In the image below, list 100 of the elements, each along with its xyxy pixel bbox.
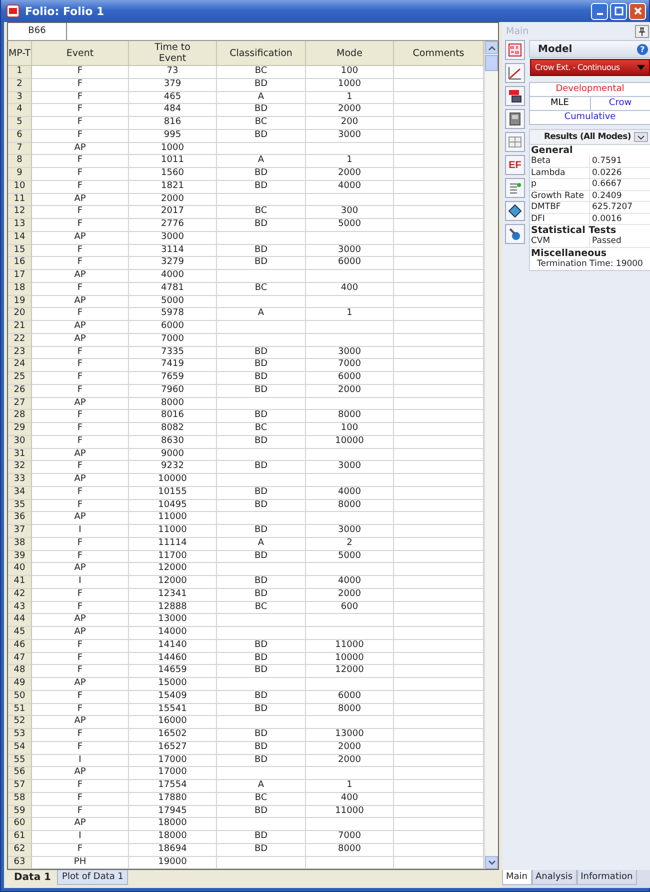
row-number: 8: [8, 155, 32, 168]
table-cell: BC: [217, 602, 306, 614]
result-value: 0.0226: [591, 168, 623, 178]
table-cell: 1: [306, 780, 394, 793]
table-cell: A: [217, 308, 306, 321]
table-cell: A: [217, 780, 306, 793]
table-cell: 3114: [129, 244, 217, 258]
table-cell: AP: [32, 614, 129, 627]
table-cell: 9000: [129, 448, 217, 462]
close-icon: [632, 6, 642, 16]
row-number: 27: [8, 398, 32, 410]
table-cell: 10155: [129, 486, 217, 500]
option-cell[interactable]: Crow: [590, 97, 650, 110]
table-cell: AP: [32, 678, 129, 691]
table-cell: 1: [306, 308, 394, 321]
table-cell: AP: [32, 448, 129, 462]
list-icon: [508, 181, 522, 195]
table-cell: 10000: [306, 652, 394, 666]
table-cell: 7000: [306, 359, 394, 372]
table-cell: BD: [217, 550, 306, 564]
panel-title: Main: [506, 26, 529, 36]
table-cell: I: [32, 576, 129, 589]
panel-tab[interactable]: Information: [576, 870, 637, 885]
table-cell: AP: [32, 296, 129, 308]
table-cell: 1011: [129, 155, 217, 168]
table-cell: F: [32, 104, 129, 117]
wizard-button[interactable]: [505, 201, 525, 221]
row-number: 11: [8, 194, 32, 206]
table-cell: F: [32, 729, 129, 742]
plot-button[interactable]: [505, 63, 525, 83]
table-cell: AP: [32, 512, 129, 525]
row-number: 20: [8, 308, 32, 321]
table-cell: F: [32, 665, 129, 678]
list-button[interactable]: [505, 178, 525, 198]
scroll-down-button[interactable]: [485, 856, 498, 870]
table-cell: 14140: [129, 640, 217, 652]
results-dropdown[interactable]: [634, 132, 648, 142]
table-cell: 100: [306, 423, 394, 436]
sheet-tab[interactable]: Data 1: [10, 870, 56, 886]
table-cell: 13000: [129, 614, 217, 627]
pin-button[interactable]: [635, 24, 649, 38]
table-cell: AP: [32, 398, 129, 410]
table-cell: 11700: [129, 550, 217, 564]
table-cell: 12000: [306, 665, 394, 678]
row-number: 3: [8, 92, 32, 104]
table-cell: 5000: [129, 296, 217, 308]
table-cell: I: [32, 525, 129, 538]
table-cell: 484: [129, 104, 217, 117]
table-cell: 995: [129, 130, 217, 142]
table-cell: BD: [217, 372, 306, 385]
row-number: 36: [8, 512, 32, 525]
toolbar-button[interactable]: EF: [505, 155, 525, 175]
scroll-thumb[interactable]: [485, 55, 498, 71]
panel-tab[interactable]: Analysis: [532, 870, 577, 885]
row-number: 15: [8, 244, 32, 258]
option-cell[interactable]: Developmental: [530, 83, 650, 96]
option-cell[interactable]: MLE: [530, 97, 590, 110]
table-cell: F: [32, 180, 129, 194]
table-cell: BC: [217, 423, 306, 436]
table-cell: BD: [217, 180, 306, 194]
result-label: CVM: [530, 236, 590, 246]
table-cell: 6000: [306, 372, 394, 385]
table-cell: 10000: [306, 436, 394, 448]
table-cell: BD: [217, 704, 306, 716]
minimize-button[interactable]: [591, 2, 608, 20]
table-cell: 12000: [129, 563, 217, 576]
close-button[interactable]: [629, 2, 646, 20]
panel-tab[interactable]: Main: [502, 870, 532, 885]
params-button[interactable]: [505, 40, 525, 60]
table-cell: 6000: [129, 321, 217, 334]
table-cell: 17945: [129, 806, 217, 818]
table-cell: BC: [217, 792, 306, 806]
row-number: 44: [8, 614, 32, 627]
scrollbar[interactable]: [484, 41, 498, 870]
row-number: 4: [8, 104, 32, 117]
result-value: Passed: [591, 236, 622, 246]
row-number: 18: [8, 282, 32, 296]
result-value: 0.7591: [591, 156, 623, 166]
scroll-up-button[interactable]: [485, 41, 498, 54]
table-cell: 3279: [129, 257, 217, 270]
row-number: 21: [8, 321, 32, 334]
column-header: Time to Event: [129, 41, 217, 66]
model-dropdown[interactable]: Crow Ext. - Continuous: [530, 59, 650, 76]
row-number: 1: [8, 66, 32, 79]
table-cell: AP: [32, 627, 129, 640]
table-cell: F: [32, 257, 129, 270]
table-cell: 2000: [306, 754, 394, 768]
sheet-tab[interactable]: Plot of Data 1: [57, 870, 128, 886]
table-cell: F: [32, 538, 129, 550]
table-cell: 1: [306, 92, 394, 104]
help-button[interactable]: ?: [637, 44, 648, 54]
table-cell: 14000: [129, 627, 217, 640]
table-cell: A: [217, 92, 306, 104]
table-cell: 10000: [129, 474, 217, 487]
maximize-button[interactable]: [610, 2, 627, 20]
table-cell: 100: [306, 66, 394, 79]
table-cell: F: [32, 168, 129, 181]
option-cell[interactable]: Cumulative: [530, 111, 650, 124]
report-button[interactable]: [505, 109, 525, 129]
table-cell: 18694: [129, 844, 217, 856]
